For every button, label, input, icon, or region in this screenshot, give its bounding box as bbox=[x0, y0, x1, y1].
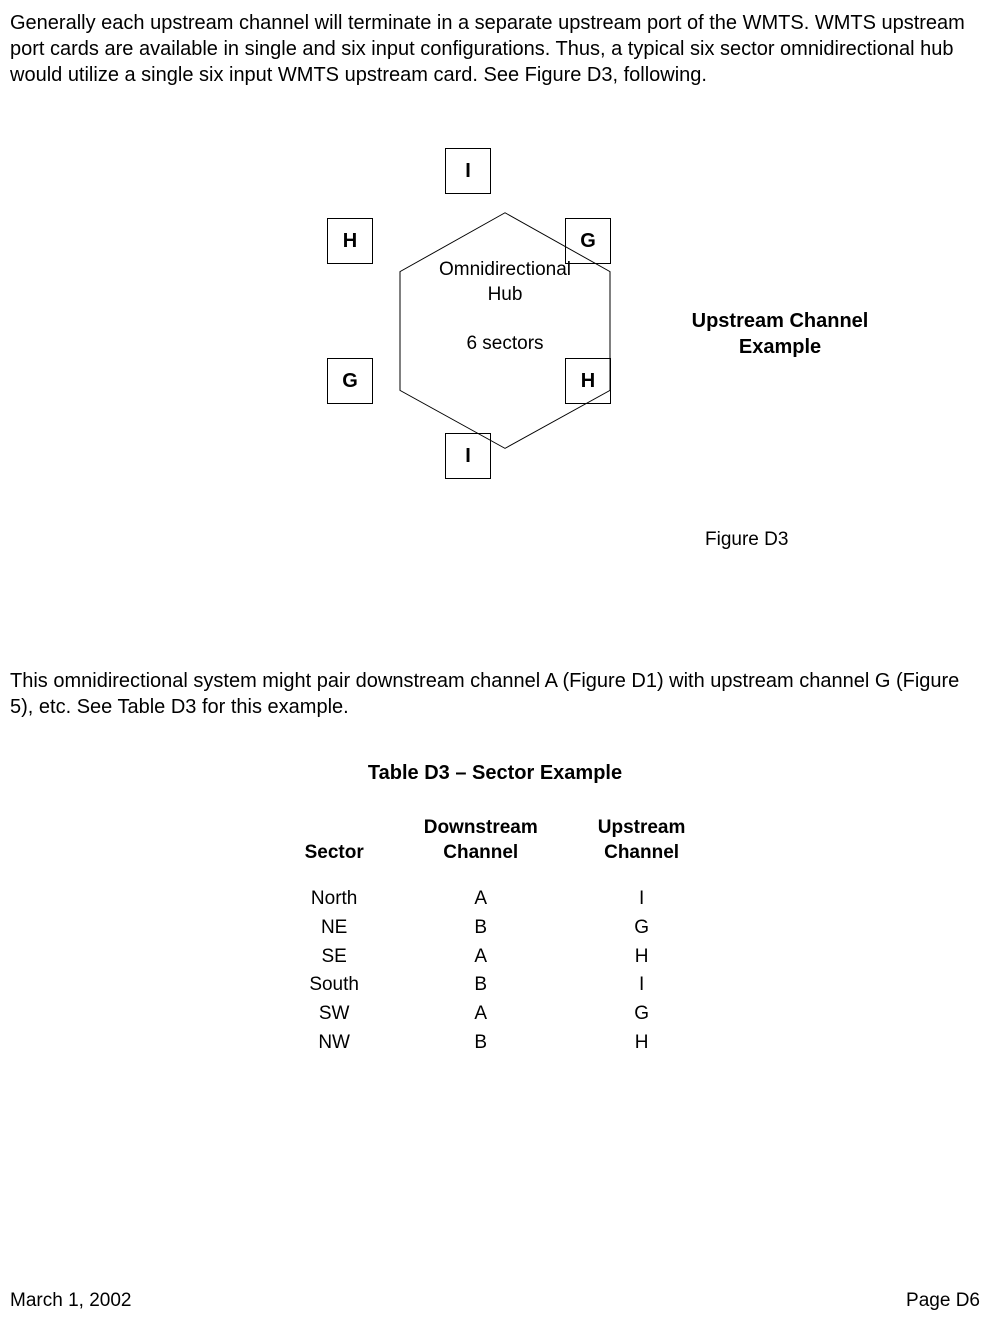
hub-label-2: Hub bbox=[488, 284, 523, 305]
sector-box-top: I bbox=[445, 148, 491, 194]
table-row: NWBH bbox=[275, 1029, 716, 1058]
table-cell-sector: NE bbox=[275, 914, 394, 943]
table-cell-upstream: G bbox=[568, 914, 716, 943]
table-row: SouthBI bbox=[275, 971, 716, 1000]
table-cell-sector: NW bbox=[275, 1029, 394, 1058]
table-cell-sector: North bbox=[275, 885, 394, 914]
diagram-title: Upstream Channel Example bbox=[660, 308, 900, 360]
table-row: SWAG bbox=[275, 1000, 716, 1029]
footer-date: March 1, 2002 bbox=[10, 1289, 131, 1314]
table-cell-upstream: I bbox=[568, 971, 716, 1000]
hub-label-3: 6 sectors bbox=[466, 333, 543, 354]
sector-box-top-right: G bbox=[565, 218, 611, 264]
table-header-upstream: UpstreamChannel bbox=[568, 816, 716, 885]
figure-d3-diagram: Omnidirectional Hub 6 sectors I G H I G … bbox=[10, 158, 980, 578]
table-cell-downstream: B bbox=[394, 1029, 568, 1058]
sector-box-bottom-right: H bbox=[565, 358, 611, 404]
table-row: NorthAI bbox=[275, 885, 716, 914]
table-cell-upstream: G bbox=[568, 1000, 716, 1029]
table-cell-upstream: H bbox=[568, 943, 716, 972]
table-cell-downstream: A bbox=[394, 885, 568, 914]
page-footer: March 1, 2002 Page D6 bbox=[10, 1289, 980, 1314]
intro-paragraph: Generally each upstream channel will ter… bbox=[10, 10, 980, 88]
table-cell-downstream: A bbox=[394, 943, 568, 972]
table-cell-sector: SE bbox=[275, 943, 394, 972]
figure-caption: Figure D3 bbox=[705, 528, 788, 553]
table-cell-downstream: A bbox=[394, 1000, 568, 1029]
table-cell-upstream: H bbox=[568, 1029, 716, 1058]
table-cell-sector: SW bbox=[275, 1000, 394, 1029]
footer-page: Page D6 bbox=[906, 1289, 980, 1314]
hub-label-1: Omnidirectional bbox=[439, 259, 571, 280]
middle-paragraph: This omnidirectional system might pair d… bbox=[10, 668, 980, 720]
table-cell-upstream: I bbox=[568, 885, 716, 914]
sector-box-bottom-left: G bbox=[327, 358, 373, 404]
sector-box-top-left: H bbox=[327, 218, 373, 264]
table-cell-downstream: B bbox=[394, 914, 568, 943]
table-header-sector: Sector bbox=[275, 816, 394, 885]
table-row: SEAH bbox=[275, 943, 716, 972]
sector-box-bottom: I bbox=[445, 433, 491, 479]
table-row: NEBG bbox=[275, 914, 716, 943]
sector-table: Sector DownstreamChannel UpstreamChannel… bbox=[275, 816, 716, 1058]
table-cell-sector: South bbox=[275, 971, 394, 1000]
table-title: Table D3 – Sector Example bbox=[10, 760, 980, 786]
table-header-downstream: DownstreamChannel bbox=[394, 816, 568, 885]
table-cell-downstream: B bbox=[394, 971, 568, 1000]
